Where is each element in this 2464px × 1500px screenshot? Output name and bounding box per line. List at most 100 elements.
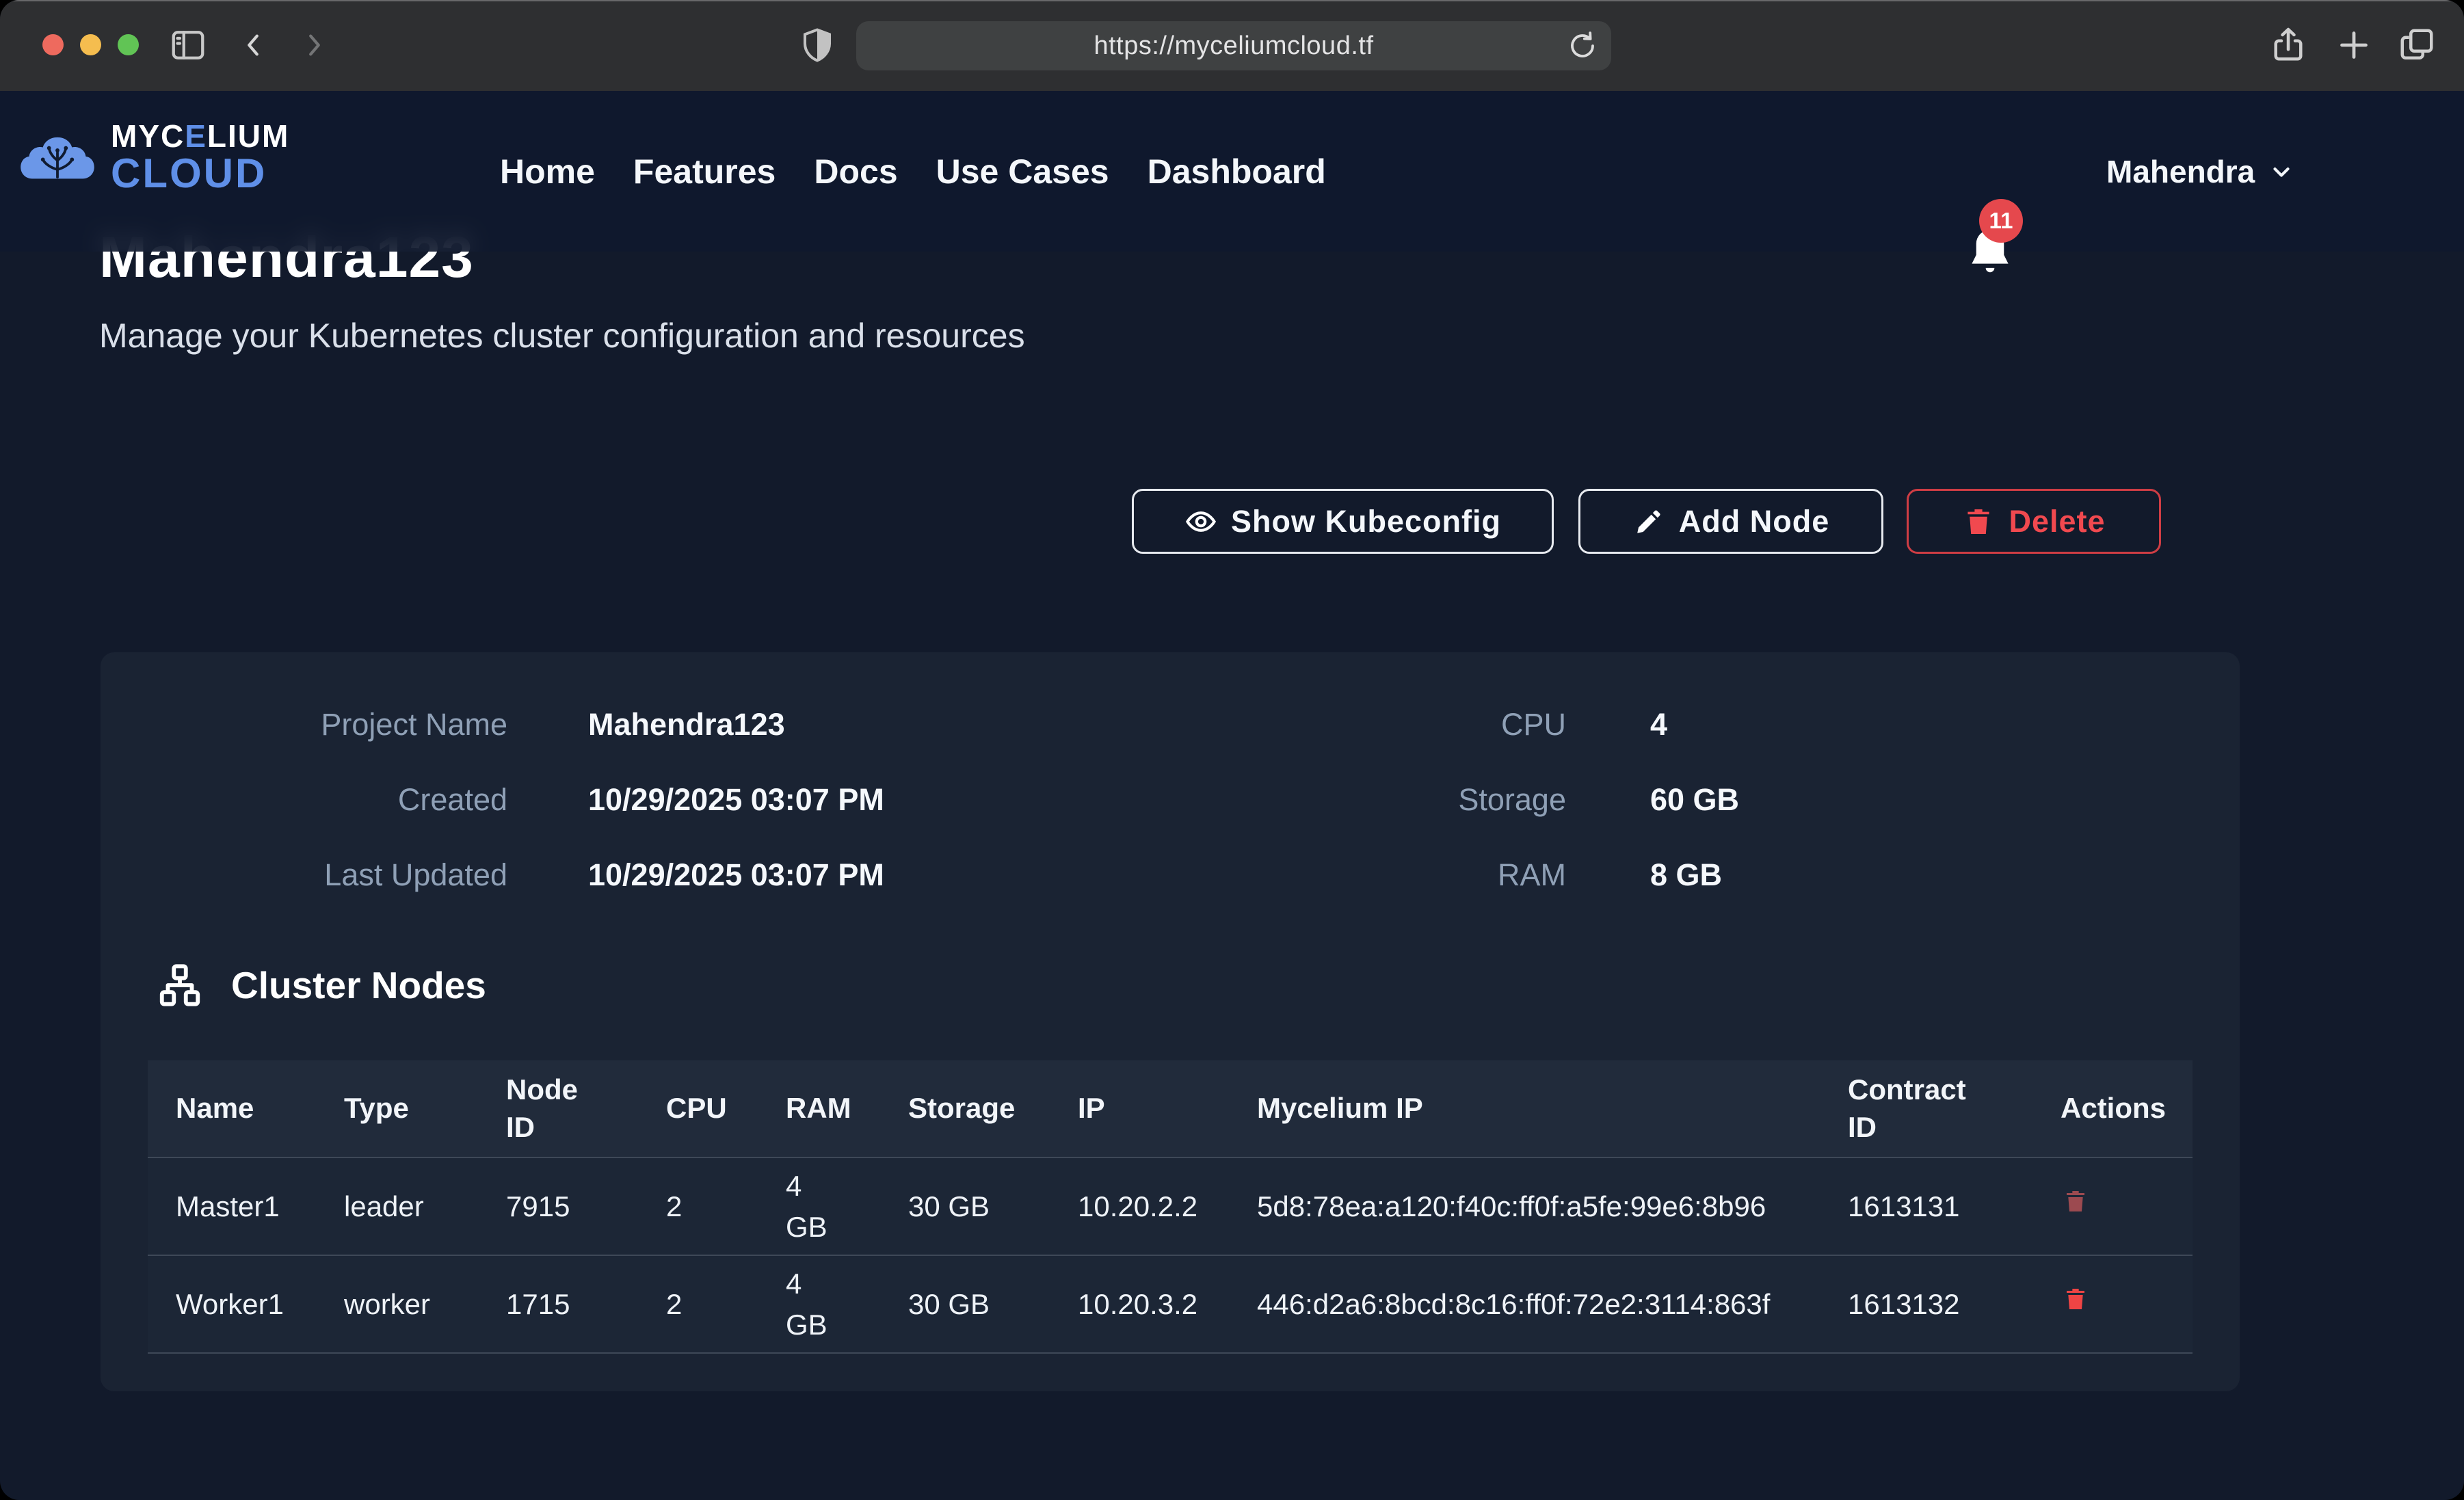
brand-logo[interactable]: MYCELIUM CLOUD (19, 117, 289, 198)
delete-node-button[interactable] (2061, 1283, 2091, 1317)
sidebar-toggle-icon[interactable] (168, 25, 209, 66)
cell-node-id: 1715 (506, 1284, 666, 1325)
info-row-ram: RAM 8 GB (1159, 857, 1739, 893)
brand-top-1: MYC (111, 118, 185, 154)
cluster-card: Project Name Mahendra123 Created 10/29/2… (101, 652, 2240, 1391)
storage-value: 60 GB (1650, 782, 1739, 818)
col-actions: Actions (2061, 1090, 2193, 1127)
cpu-value: 4 (1650, 707, 1667, 742)
cell-storage: 30 GB (908, 1284, 1078, 1325)
nav-link-home[interactable]: Home (500, 152, 595, 191)
close-button[interactable] (42, 34, 64, 55)
trash-icon (1962, 505, 1995, 538)
back-button-icon[interactable] (238, 25, 269, 66)
chevron-down-icon (2268, 159, 2294, 185)
info-row-project-name: Project Name Mahendra123 (101, 707, 884, 742)
user-name: Mahendra (2106, 153, 2255, 190)
top-navbar: MYCELIUM CLOUD Home Features Docs Use Ca… (0, 91, 2464, 252)
created-value: 10/29/2025 03:07 PM (588, 782, 884, 818)
cell-node-id: 7915 (506, 1186, 666, 1227)
cluster-info-left: Project Name Mahendra123 Created 10/29/2… (101, 707, 884, 893)
cell-name: Worker1 (176, 1284, 344, 1325)
cell-mycelium-ip: 5d8:78ea:a120:f40c:ff0f:a5fe:99e6:8b96 (1257, 1186, 1848, 1227)
cluster-nodes-icon (156, 961, 204, 1009)
nodes-table-header: Name Type Node ID CPU RAM Storage IP Myc… (148, 1060, 2193, 1158)
notifications-button[interactable]: 11 (1964, 225, 2019, 291)
screenshot-stage: https://myceliumcloud.tf (0, 0, 2464, 1500)
cell-type: leader (344, 1186, 506, 1227)
storage-label: Storage (1159, 782, 1566, 818)
delete-label: Delete (2009, 504, 2105, 539)
cell-contract-id: 1613132 (1848, 1284, 2061, 1325)
url-text: https://myceliumcloud.tf (1094, 31, 1373, 61)
show-kubeconfig-label: Show Kubeconfig (1231, 504, 1501, 539)
cell-cpu: 2 (666, 1284, 786, 1325)
browser-chrome: https://myceliumcloud.tf (0, 0, 2464, 91)
info-row-cpu: CPU 4 (1159, 707, 1739, 742)
cell-mycelium-ip: 446:d2a6:8bcd:8c16:ff0f:72e2:3114:863f (1257, 1284, 1848, 1325)
nav-links: Home Features Docs Use Cases Dashboard (500, 91, 1326, 252)
delete-cluster-button[interactable]: Delete (1907, 489, 2161, 554)
eye-icon (1184, 505, 1217, 538)
page-subtitle: Manage your Kubernetes cluster configura… (99, 316, 1025, 356)
project-name-value: Mahendra123 (588, 707, 785, 742)
brand-bottom: CLOUD (111, 152, 289, 194)
cell-type: worker (344, 1284, 506, 1325)
forward-button-icon[interactable] (298, 25, 330, 66)
info-row-created: Created 10/29/2025 03:07 PM (101, 782, 884, 818)
delete-node-button-disabled[interactable] (2061, 1185, 2091, 1219)
last-updated-value: 10/29/2025 03:07 PM (588, 857, 884, 893)
minimize-button[interactable] (80, 34, 101, 55)
col-ram: RAM (786, 1090, 908, 1127)
trash-icon (2062, 1186, 2089, 1217)
share-icon[interactable] (2268, 25, 2309, 66)
col-type: Type (344, 1090, 506, 1127)
cluster-info-right: CPU 4 Storage 60 GB RAM 8 GB (1159, 707, 1739, 893)
cell-name: Master1 (176, 1186, 344, 1227)
col-name: Name (176, 1090, 344, 1127)
traffic-lights (42, 34, 139, 55)
nodes-table: Name Type Node ID CPU RAM Storage IP Myc… (148, 1060, 2193, 1354)
cell-ram: 4 GB (786, 1166, 908, 1247)
ram-label: RAM (1159, 857, 1566, 893)
info-row-storage: Storage 60 GB (1159, 782, 1739, 818)
cluster-nodes-header: Cluster Nodes (156, 961, 486, 1009)
cell-ip: 10.20.3.2 (1078, 1284, 1257, 1325)
project-name-label: Project Name (101, 707, 507, 742)
nav-link-docs[interactable]: Docs (814, 152, 897, 191)
zoom-button[interactable] (118, 34, 139, 55)
nav-link-features[interactable]: Features (633, 152, 776, 191)
cell-cpu: 2 (666, 1186, 786, 1227)
cpu-label: CPU (1159, 707, 1566, 742)
col-contract-id: Contract ID (1848, 1071, 2061, 1146)
browser-window: https://myceliumcloud.tf (0, 0, 2464, 1500)
new-tab-icon[interactable] (2333, 25, 2374, 66)
mycelium-cloud-logo-icon (19, 117, 96, 198)
cell-ip: 10.20.2.2 (1078, 1186, 1257, 1227)
ram-value: 8 GB (1650, 857, 1722, 893)
info-row-last-updated: Last Updated 10/29/2025 03:07 PM (101, 857, 884, 893)
brand-top-2: E (185, 118, 207, 154)
last-updated-label: Last Updated (101, 857, 507, 893)
brand-top-3: LIUM (207, 118, 289, 154)
col-cpu: CPU (666, 1090, 786, 1127)
url-address-bar[interactable]: https://myceliumcloud.tf (856, 21, 1611, 70)
cell-contract-id: 1613131 (1848, 1186, 2061, 1227)
user-menu[interactable]: Mahendra (2106, 91, 2294, 252)
cluster-nodes-title: Cluster Nodes (231, 963, 486, 1007)
nav-link-use-cases[interactable]: Use Cases (936, 152, 1109, 191)
nav-link-dashboard[interactable]: Dashboard (1148, 152, 1326, 191)
trash-icon (2062, 1283, 2089, 1315)
privacy-shield-icon[interactable] (799, 25, 836, 66)
cluster-actions: Show Kubeconfig Add Node Delete (1132, 489, 2161, 554)
add-node-button[interactable]: Add Node (1578, 489, 1883, 554)
notification-badge: 11 (1979, 199, 2023, 243)
tab-overview-icon[interactable] (2396, 25, 2437, 66)
pencil-icon (1632, 505, 1665, 538)
cell-storage: 30 GB (908, 1186, 1078, 1227)
reload-icon[interactable] (1566, 29, 1599, 62)
col-node-id: Node ID (506, 1071, 666, 1146)
table-row-master1: Master1 leader 7915 2 4 GB 30 GB 10.20.2… (148, 1158, 2193, 1256)
brand-wordmark: MYCELIUM CLOUD (111, 120, 289, 194)
show-kubeconfig-button[interactable]: Show Kubeconfig (1132, 489, 1554, 554)
